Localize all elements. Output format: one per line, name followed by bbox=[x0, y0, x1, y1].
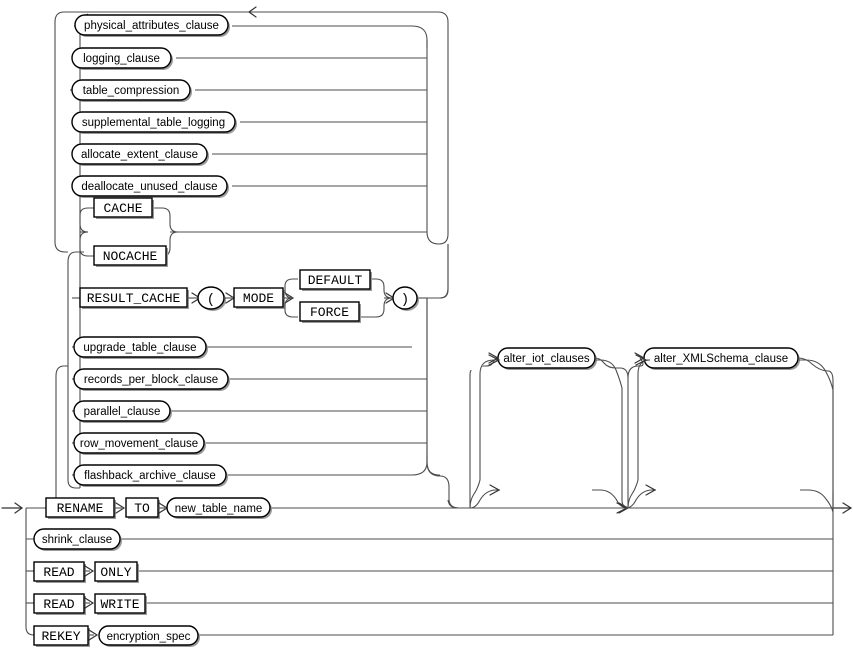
node-label: supplemental_table_logging bbox=[82, 117, 225, 129]
node-label: ( bbox=[207, 292, 215, 308]
node-only[interactable]: ONLY bbox=[94, 561, 139, 583]
node-label: encryption_spec bbox=[107, 631, 191, 643]
node-label: MODE bbox=[243, 291, 274, 306]
node-supplemental-table-logging[interactable]: supplemental_table_logging bbox=[71, 111, 237, 134]
node-logging-clause[interactable]: logging_clause bbox=[71, 47, 173, 70]
node-shrink-clause[interactable]: shrink_clause bbox=[33, 528, 122, 551]
node-records-per-block-clause[interactable]: records_per_block_clause bbox=[73, 368, 230, 391]
node-alter-iot-clauses[interactable]: alter_iot_clauses bbox=[497, 347, 597, 370]
node-write[interactable]: WRITE bbox=[94, 593, 147, 615]
patch-b bbox=[455, 318, 483, 366]
node-rparen[interactable]: ) bbox=[392, 286, 419, 311]
node-read-write-read[interactable]: READ bbox=[33, 593, 86, 615]
node-label: alter_iot_clauses bbox=[503, 353, 590, 365]
optional-tail-rails bbox=[469, 352, 834, 508]
node-encryption-spec[interactable]: encryption_spec bbox=[98, 625, 200, 647]
node-label: FORCE bbox=[310, 305, 349, 320]
node-label: NOCACHE bbox=[103, 249, 158, 264]
xmlschema-bypass-out bbox=[800, 489, 834, 513]
node-label: READ bbox=[43, 565, 74, 580]
node-label: ) bbox=[401, 292, 409, 308]
node-label: RESULT_CACHE bbox=[87, 291, 181, 306]
main-line-final bbox=[447, 497, 833, 509]
node-allocate-extent-clause[interactable]: allocate_extent_clause bbox=[71, 143, 209, 166]
node-label: REKEY bbox=[41, 629, 80, 644]
node-to[interactable]: TO bbox=[125, 497, 160, 519]
node-label: alter_XMLSchema_clause bbox=[654, 353, 788, 365]
node-label: logging_clause bbox=[83, 53, 160, 65]
node-new-table-name[interactable]: new_table_name bbox=[166, 497, 272, 519]
node-label: new_table_name bbox=[175, 503, 263, 515]
node-rename[interactable]: RENAME bbox=[45, 497, 116, 519]
node-nocache[interactable]: NOCACHE bbox=[93, 245, 168, 267]
node-label: allocate_extent_clause bbox=[81, 149, 198, 161]
node-upgrade-table-clause[interactable]: upgrade_table_clause bbox=[73, 336, 208, 359]
cache-up-curve bbox=[79, 207, 94, 233]
node-label: row_movement_clause bbox=[80, 438, 198, 450]
node-label: TO bbox=[134, 501, 150, 516]
node-cache[interactable]: CACHE bbox=[93, 197, 154, 219]
node-mode[interactable]: MODE bbox=[233, 287, 285, 309]
upper-to-lower-bridge bbox=[427, 244, 449, 299]
node-label: physical_attributes_clause bbox=[84, 20, 219, 32]
node-force[interactable]: FORCE bbox=[299, 301, 361, 323]
group-left-rail-lower bbox=[26, 365, 68, 509]
node-label: ONLY bbox=[100, 565, 131, 580]
xmlschema-bypass-in bbox=[625, 489, 656, 509]
loopback-rail-join bbox=[54, 241, 68, 253]
node-label: RENAME bbox=[57, 501, 104, 516]
optional-tail-final bbox=[447, 354, 834, 514]
node-label: DEFAULT bbox=[308, 273, 363, 288]
tail-flashback bbox=[228, 455, 428, 476]
node-lparen[interactable]: ( bbox=[197, 286, 226, 311]
node-read-only-read[interactable]: READ bbox=[33, 561, 86, 583]
final-structural-rails bbox=[426, 244, 833, 509]
node-label: upgrade_table_clause bbox=[83, 342, 196, 354]
node-label: READ bbox=[43, 597, 74, 612]
node-rekey[interactable]: REKEY bbox=[33, 625, 90, 647]
node-flashback-archive-clause[interactable]: flashback_archive_clause bbox=[73, 464, 228, 487]
node-label: shrink_clause bbox=[42, 534, 112, 546]
node-parallel-clause[interactable]: parallel_clause bbox=[73, 400, 172, 423]
node-alter-xmlschema-clause[interactable]: alter_XMLSchema_clause bbox=[643, 347, 800, 370]
node-label: deallocate_unused_clause bbox=[81, 181, 217, 193]
node-table-compression[interactable]: table_compression bbox=[71, 79, 192, 102]
railroad-diagram: physical_attributes_clause logging_claus… bbox=[0, 0, 853, 649]
node-label: parallel_clause bbox=[84, 406, 161, 418]
node-label: CACHE bbox=[103, 201, 142, 216]
node-label: table_compression bbox=[83, 85, 180, 97]
cache-join-up bbox=[152, 207, 190, 233]
tail-physical bbox=[232, 25, 428, 48]
node-label: WRITE bbox=[100, 597, 139, 612]
node-label: flashback_archive_clause bbox=[84, 470, 216, 482]
patch-c bbox=[440, 300, 456, 500]
node-label: records_per_block_clause bbox=[84, 374, 218, 386]
node-row-movement-clause[interactable]: row_movement_clause bbox=[73, 432, 206, 455]
node-physical-attributes-clause[interactable]: physical_attributes_clause bbox=[74, 14, 230, 37]
node-default[interactable]: DEFAULT bbox=[299, 269, 372, 291]
node-deallocate-unused-clause[interactable]: deallocate_unused_clause bbox=[71, 175, 229, 198]
node-result-cache[interactable]: RESULT_CACHE bbox=[79, 287, 189, 309]
